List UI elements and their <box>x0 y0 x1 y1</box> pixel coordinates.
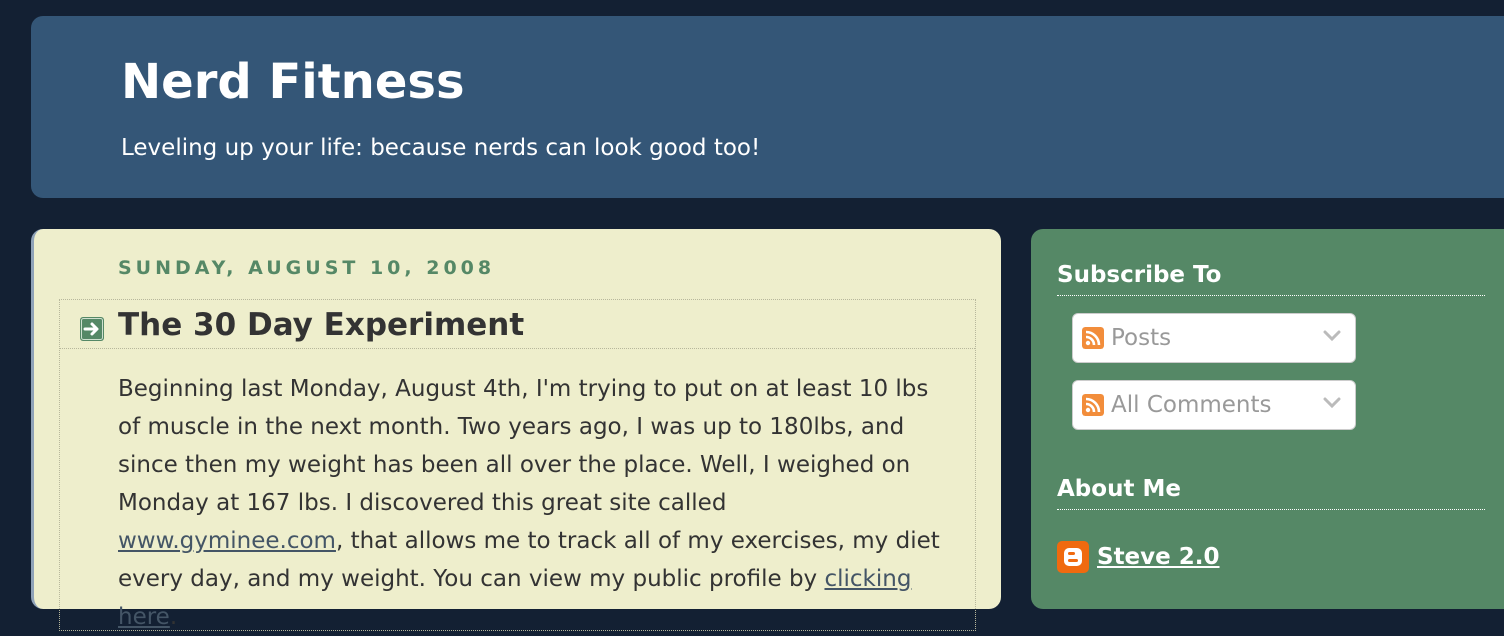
profile-link[interactable]: Steve 2.0 <box>1097 541 1220 573</box>
chevron-down-icon <box>1323 397 1341 409</box>
rss-feed-icon <box>1082 394 1104 416</box>
post-title-row: The 30 Day Experiment <box>60 300 975 349</box>
chevron-down-icon <box>1323 330 1341 342</box>
feed-label: All Comments <box>1111 392 1272 418</box>
blogger-icon <box>1057 541 1089 573</box>
post: The 30 Day Experiment Beginning last Mon… <box>59 299 976 631</box>
post-body-text: Beginning last Monday, August 4th, I'm t… <box>118 376 929 516</box>
post-body-text: . <box>169 604 178 630</box>
subscribe-comments-dropdown[interactable]: All Comments <box>1072 380 1356 430</box>
blog-description: Leveling up your life: because nerds can… <box>121 135 761 161</box>
about-me-title: About Me <box>1057 473 1485 510</box>
blog-header: Nerd Fitness Leveling up your life: beca… <box>31 16 1504 198</box>
main-content: SUNDAY, AUGUST 10, 2008 The 30 Day Exper… <box>31 229 1001 631</box>
blog-title[interactable]: Nerd Fitness <box>121 52 465 112</box>
rss-feed-icon <box>1082 327 1104 349</box>
arrow-right-icon <box>80 317 104 341</box>
subscribe-posts-dropdown[interactable]: Posts <box>1072 313 1356 363</box>
post-body: Beginning last Monday, August 4th, I'm t… <box>118 370 948 636</box>
post-date: SUNDAY, AUGUST 10, 2008 <box>118 257 496 279</box>
gyminee-link[interactable]: www.gyminee.com <box>118 528 336 554</box>
sidebar: Subscribe To Posts All Comments About Me <box>1031 229 1504 609</box>
subscribe-title: Subscribe To <box>1057 259 1485 296</box>
post-title[interactable]: The 30 Day Experiment <box>118 304 524 346</box>
feed-label: Posts <box>1111 325 1172 351</box>
